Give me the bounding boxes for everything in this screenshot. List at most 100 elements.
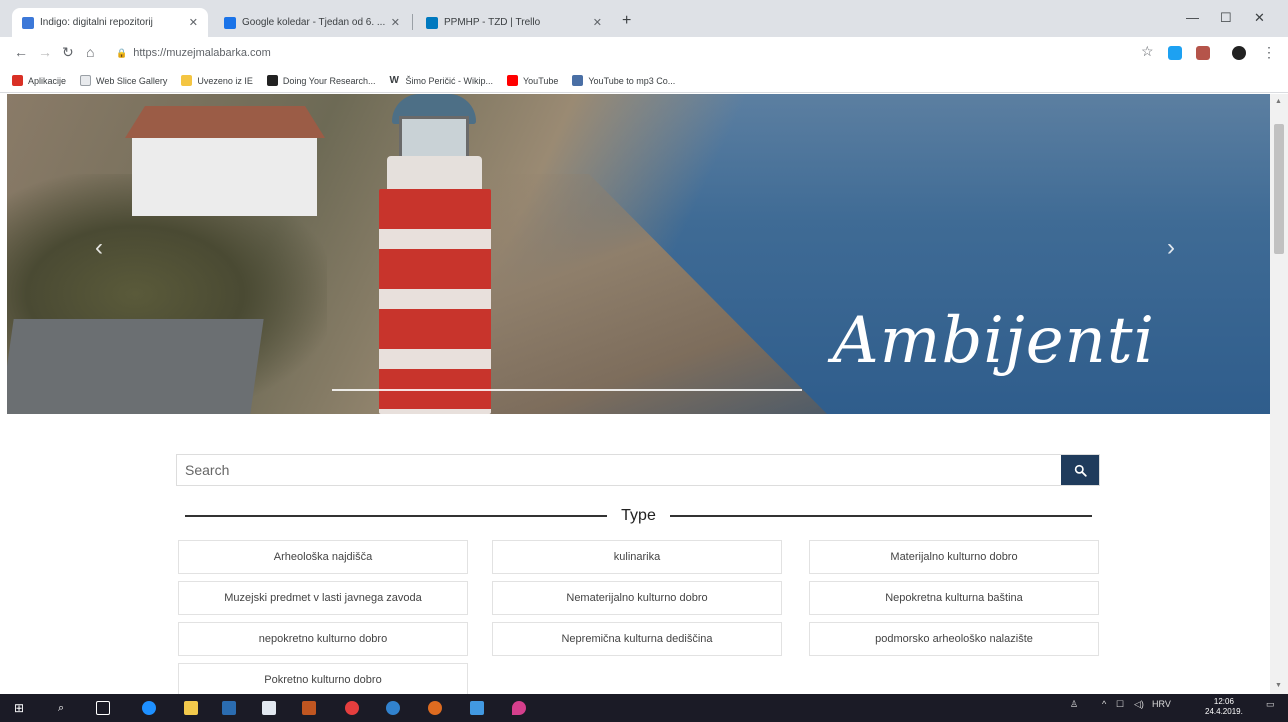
apps-grid-icon [12, 75, 23, 86]
bookmark-apps[interactable]: Aplikacije [12, 75, 66, 86]
windows-start-icon[interactable]: ⊞ [14, 701, 28, 715]
bookmark-web-slice-gallery[interactable]: Web Slice Gallery [80, 75, 167, 86]
heading-rule [669, 515, 1092, 517]
home-icon[interactable]: ⌂ [86, 44, 94, 60]
file-explorer-icon[interactable] [184, 701, 198, 715]
type-item[interactable]: Muzejski predmet v lasti javnega zavoda [178, 581, 468, 615]
forward-icon[interactable]: → [38, 44, 52, 60]
windows-taskbar: ⊞ ⌕ ♙ ^ ☐ ◁) HRV 12:06 24.4.2019. ▭ [0, 694, 1288, 722]
scroll-up-icon[interactable]: ▲ [1275, 98, 1282, 105]
bookmark-youtube-mp3[interactable]: YouTube to mp3 Co... [572, 75, 675, 86]
task-view-icon[interactable] [96, 701, 110, 715]
edge-icon[interactable] [142, 701, 156, 715]
close-tab-icon[interactable]: ✕ [593, 16, 602, 29]
profile-avatar-icon[interactable] [1232, 46, 1246, 60]
page-scrollbar[interactable]: ▲ ▼ [1270, 94, 1288, 694]
system-clock[interactable]: 12:06 24.4.2019. [1205, 697, 1243, 717]
wikipedia-icon: W [389, 75, 399, 86]
search-icon[interactable]: ⌕ [58, 701, 72, 715]
youtube-icon [507, 75, 518, 86]
language-indicator[interactable]: HRV [1152, 699, 1171, 709]
type-item[interactable]: Arheološka najdišča [178, 540, 468, 574]
bookmark-label: YouTube [523, 75, 559, 86]
bookmark-label: Šimo Peričić - Wikip... [405, 75, 493, 86]
store-icon[interactable] [262, 701, 276, 715]
indigo-favicon-icon [22, 16, 34, 29]
app-icon[interactable] [302, 701, 316, 715]
folder-icon [181, 75, 193, 86]
tab-google-calendar[interactable]: Google koledar - Tjedan od 6. ... ✕ [214, 8, 410, 37]
bookmark-youtube[interactable]: YouTube [507, 75, 558, 86]
converter-icon [572, 75, 584, 86]
minimize-icon[interactable]: — [1186, 10, 1199, 25]
bookmark-label: Uvezeno iz IE [197, 75, 253, 86]
tab-trello[interactable]: PPMHP - TZD | Trello ✕ [416, 8, 612, 37]
search-input[interactable] [177, 455, 1061, 485]
chrome-icon[interactable] [345, 701, 359, 715]
tab-indigo[interactable]: Indigo: digitalni repozitorij ✕ [12, 8, 208, 37]
new-tab-icon[interactable]: + [622, 12, 631, 30]
search-bar [176, 454, 1100, 486]
search-button[interactable] [1061, 455, 1099, 485]
bookmark-folder-ie[interactable]: Uvezeno iz IE [181, 75, 253, 86]
type-item[interactable]: Pokretno kulturno dobro [178, 663, 468, 694]
chevron-left-icon[interactable]: ‹ [95, 234, 103, 262]
tab-title: Indigo: digitalni repozitorij [40, 17, 153, 28]
notification-icon[interactable]: ▭ [1266, 699, 1275, 710]
hero-slider: Ambijenti ‹ › [7, 94, 1270, 414]
window-close-icon[interactable]: ✕ [1254, 10, 1265, 26]
lighthouse-tower [379, 189, 491, 414]
close-tab-icon[interactable]: ✕ [189, 16, 198, 29]
chevron-right-icon[interactable]: › [1167, 234, 1175, 262]
browser-tab-strip: Indigo: digitalni repozitorij ✕ Google k… [0, 0, 1288, 37]
page-icon [80, 75, 92, 86]
word-icon[interactable] [222, 701, 236, 715]
hero-house [132, 138, 317, 216]
type-item[interactable]: nepokretno kulturno dobro [178, 622, 468, 656]
type-item[interactable]: Materijalno kulturno dobro [809, 540, 1099, 574]
hero-caption: Ambijenti [832, 304, 1155, 378]
people-icon[interactable]: ♙ [1070, 699, 1078, 710]
menu-kebab-icon[interactable]: ⋮ [1262, 44, 1276, 61]
extension-icon[interactable] [1196, 46, 1210, 60]
address-bar[interactable]: 🔒 https://muzejmalabarka.com [116, 41, 1136, 65]
firefox-icon[interactable] [428, 701, 442, 715]
clock-date: 24.4.2019. [1205, 707, 1243, 716]
tab-title: Google koledar - Tjedan od 6. ... [242, 17, 385, 28]
scroll-down-icon[interactable]: ▼ [1275, 682, 1282, 689]
type-item[interactable]: Nepremična kulturna dediščina [492, 622, 782, 656]
lock-icon: 🔒 [116, 47, 128, 58]
type-item[interactable]: Nepokretna kulturna baština [809, 581, 1099, 615]
type-heading: Type [185, 504, 1092, 528]
bookmark-label: Aplikacije [28, 75, 67, 86]
lighthouse-lamp [399, 116, 469, 161]
reload-icon[interactable]: ↻ [62, 44, 74, 61]
type-item[interactable]: podmorsko arheološko nalazište [809, 622, 1099, 656]
maximize-icon[interactable]: ☐ [1220, 10, 1232, 26]
bookmark-doing-research[interactable]: Doing Your Research... [266, 75, 375, 86]
type-item[interactable]: kulinarika [492, 540, 782, 574]
bookmark-label: Web Slice Gallery [96, 75, 168, 86]
bookmark-wikipedia[interactable]: W Šimo Peričić - Wikip... [389, 75, 493, 86]
hero-house-roof-lower [7, 319, 264, 414]
maps-icon[interactable] [512, 701, 526, 715]
network-icon[interactable]: ☐ [1116, 699, 1124, 710]
close-tab-icon[interactable]: ✕ [391, 16, 400, 29]
clock-time: 12:06 [1213, 697, 1234, 706]
trello-favicon-icon [426, 16, 438, 29]
mail-icon[interactable] [470, 701, 484, 715]
bookmark-label: YouTube to mp3 Co... [588, 75, 676, 86]
tray-chevron-icon[interactable]: ^ [1102, 699, 1106, 709]
tab-title: PPMHP - TZD | Trello [444, 17, 541, 28]
back-icon[interactable]: ← [14, 44, 28, 60]
heading-rule [185, 515, 608, 517]
caption-underline [332, 389, 802, 391]
browser-toolbar: ← → ↻ ⌂ 🔒 https://muzejmalabarka.com ☆ ⋮ [0, 37, 1288, 69]
volume-icon[interactable]: ◁) [1134, 699, 1144, 710]
extension-icon[interactable] [1168, 46, 1182, 60]
tab-divider [412, 14, 413, 30]
scrollbar-thumb[interactable] [1274, 124, 1284, 254]
bookmark-star-icon[interactable]: ☆ [1141, 43, 1154, 60]
app-icon[interactable] [386, 701, 400, 715]
type-item[interactable]: Nematerijalno kulturno dobro [492, 581, 782, 615]
